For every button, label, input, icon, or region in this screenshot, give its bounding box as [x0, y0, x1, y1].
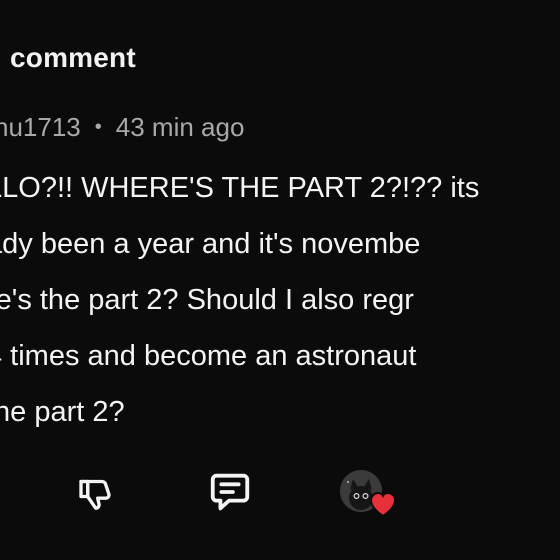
comment-line: re's the part 2? Should I also regr	[0, 284, 414, 316]
heart-icon	[369, 491, 397, 518]
comment-meta: nu1713 • 43 min ago	[0, 112, 244, 143]
comments-screen: comment nu1713 • 43 min ago LLO?!! WHERE…	[0, 0, 560, 560]
comment-actions	[0, 468, 560, 528]
comment-icon	[210, 473, 250, 511]
comment-text: LLO?!! WHERE'S THE PART 2?!?? its ady be…	[0, 160, 560, 440]
dislike-button[interactable]	[72, 470, 120, 518]
reply-button[interactable]	[206, 468, 254, 516]
comments-header-title: comment	[10, 42, 136, 73]
comment-line: the part 2?	[0, 396, 125, 428]
comment-author[interactable]: nu1713	[0, 112, 81, 143]
comment-line: ady been a year and it's novembe	[0, 228, 421, 260]
creator-heart[interactable]	[338, 468, 400, 520]
comment-line: 4 times and become an astronaut	[0, 340, 417, 372]
thumbs-down-icon	[79, 479, 111, 510]
meta-separator: •	[94, 116, 102, 138]
comment-timestamp: 43 min ago	[115, 112, 245, 142]
comment-line: LLO?!! WHERE'S THE PART 2?!?? its	[0, 172, 480, 204]
